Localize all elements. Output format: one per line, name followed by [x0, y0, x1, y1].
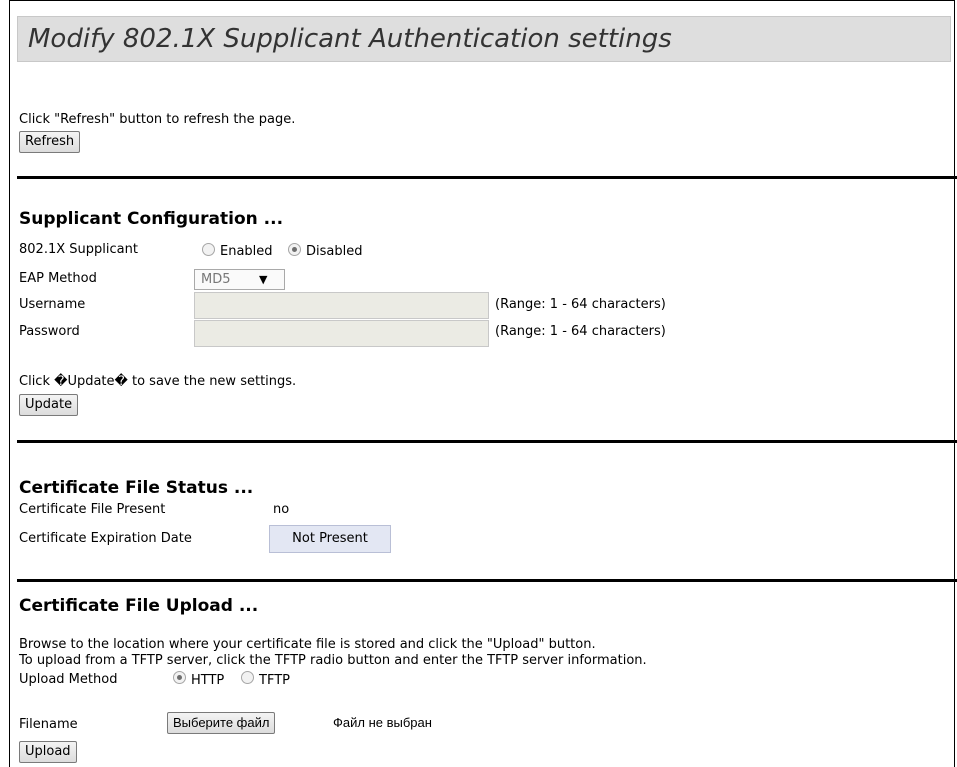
eap-method-value: MD5: [201, 272, 231, 287]
no-file-chosen-text: Файл не выбран: [333, 715, 432, 730]
eap-method-label: EAP Method: [19, 271, 97, 286]
chevron-down-icon: ▼: [259, 273, 268, 286]
refresh-instruction: Click "Refresh" button to refresh the pa…: [19, 112, 296, 127]
certificate-upload-heading: Certificate File Upload ...: [19, 596, 259, 616]
certificate-status-heading: Certificate File Status ...: [19, 478, 254, 498]
certificate-present-label: Certificate File Present: [19, 502, 166, 517]
password-label: Password: [19, 324, 80, 339]
upload-button[interactable]: Upload: [19, 741, 77, 763]
username-range-hint: (Range: 1 - 64 characters): [495, 297, 666, 312]
certificate-present-value: no: [273, 502, 290, 517]
certificate-expiration-label: Certificate Expiration Date: [19, 531, 192, 546]
section-divider: [17, 579, 957, 582]
supplicant-disabled-label: Disabled: [306, 244, 363, 259]
username-label: Username: [19, 297, 86, 312]
upload-method-http-radio[interactable]: [173, 671, 186, 684]
upload-instruction-line2: To upload from a TFTP server, click the …: [19, 653, 647, 668]
upload-method-label: Upload Method: [19, 672, 118, 687]
title-bar: Modify 802.1X Supplicant Authentication …: [17, 16, 951, 62]
username-field[interactable]: [194, 292, 489, 319]
update-instruction: Click �Update� to save the new settings.: [19, 374, 297, 389]
supplicant-enabled-radio[interactable]: [202, 243, 215, 256]
upload-method-tftp-radio[interactable]: [241, 671, 254, 684]
section-divider: [17, 440, 957, 443]
supplicant-enabled-label: Enabled: [220, 244, 273, 259]
password-field[interactable]: [194, 320, 489, 347]
supplicant-disabled-radio[interactable]: [288, 243, 301, 256]
upload-method-tftp-label: TFTP: [259, 673, 290, 688]
section-divider: [17, 176, 957, 179]
upload-instruction-line1: Browse to the location where your certif…: [19, 637, 596, 652]
supplicant-heading: Supplicant Configuration ...: [19, 209, 284, 229]
eap-method-select[interactable]: MD5 ▼: [194, 269, 285, 290]
supplicant-mode-label: 802.1X Supplicant: [19, 242, 138, 257]
page-title: Modify 802.1X Supplicant Authentication …: [28, 24, 672, 54]
update-button[interactable]: Update: [19, 394, 79, 416]
choose-file-button[interactable]: Выберите файл: [167, 712, 276, 734]
refresh-button[interactable]: Refresh: [19, 131, 81, 153]
password-range-hint: (Range: 1 - 64 characters): [495, 324, 666, 339]
filename-label: Filename: [19, 717, 78, 732]
certificate-expiration-value: Not Present: [269, 525, 391, 553]
upload-method-http-label: HTTP: [191, 673, 225, 688]
